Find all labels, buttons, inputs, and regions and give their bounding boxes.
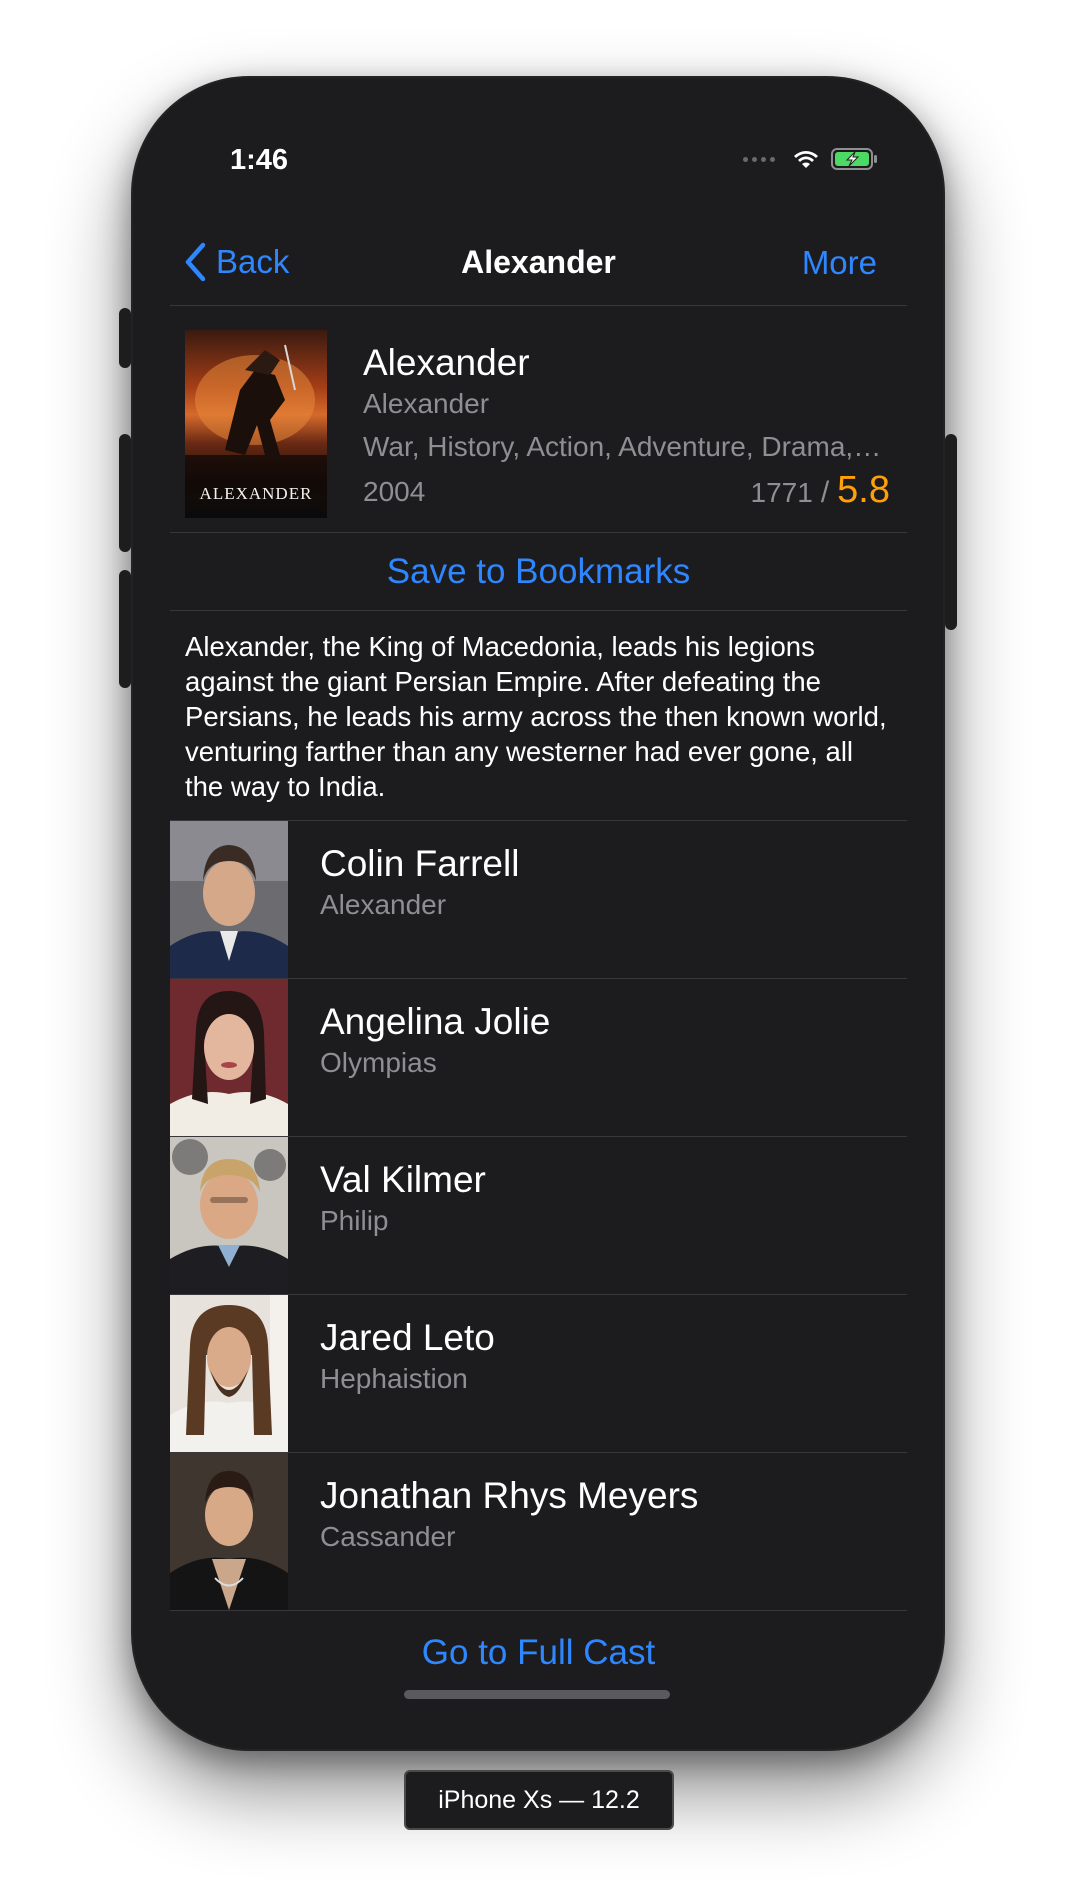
cast-name: Angelina Jolie bbox=[320, 1001, 551, 1042]
movie-year: 2004 bbox=[363, 476, 426, 507]
screen: 1:46 Back Alexander More ALEXANDER Alexa… bbox=[133, 78, 943, 1749]
save-to-bookmarks-button[interactable]: Save to Bookmarks bbox=[387, 552, 690, 592]
poster-title: ALEXANDER bbox=[199, 484, 313, 503]
cast-role: Alexander bbox=[320, 889, 447, 920]
full-cast-row: Go to Full Cast bbox=[170, 1611, 907, 1671]
movie-original-title: Alexander bbox=[363, 388, 490, 419]
more-button[interactable]: More bbox=[802, 244, 877, 282]
power-button bbox=[945, 434, 957, 630]
simulator-device-label: iPhone Xs — 12.2 bbox=[404, 1770, 674, 1830]
device-frame: 1:46 Back Alexander More ALEXANDER Alexa… bbox=[119, 76, 957, 1751]
signal-dots-icon bbox=[743, 156, 775, 162]
content: ALEXANDER Alexander Alexander War, Histo… bbox=[170, 306, 907, 1671]
cast-photo bbox=[170, 821, 288, 978]
cast-role: Hephaistion bbox=[320, 1363, 468, 1394]
cast-photo bbox=[170, 1453, 288, 1610]
navigation-bar: Back Alexander More bbox=[170, 218, 907, 306]
vote-count: 1771 bbox=[750, 477, 813, 508]
cast-role: Olympias bbox=[320, 1047, 437, 1078]
rating-separator: / bbox=[820, 476, 830, 509]
cast-row[interactable]: Val Kilmer Philip bbox=[170, 1137, 907, 1295]
wifi-icon bbox=[794, 151, 818, 168]
movie-header: ALEXANDER Alexander Alexander War, Histo… bbox=[170, 306, 907, 533]
cast-photo bbox=[170, 979, 288, 1136]
cast-row[interactable]: Jonathan Rhys Meyers Cassander bbox=[170, 1453, 907, 1611]
home-indicator[interactable] bbox=[404, 1690, 670, 1699]
cast-name: Jared Leto bbox=[320, 1317, 495, 1358]
nav-title: Alexander bbox=[461, 244, 616, 280]
rating-value: 5.8 bbox=[837, 469, 890, 511]
status-icons bbox=[743, 148, 879, 170]
cast-name: Jonathan Rhys Meyers bbox=[320, 1475, 699, 1516]
cast-photo bbox=[170, 1295, 288, 1452]
cast-role: Cassander bbox=[320, 1521, 456, 1552]
movie-title: Alexander bbox=[363, 342, 530, 383]
cast-row[interactable]: Colin Farrell Alexander bbox=[170, 821, 907, 979]
movie-genres: War, History, Action, Adventure, Drama, … bbox=[363, 431, 883, 462]
cast-row[interactable]: Angelina Jolie Olympias bbox=[170, 979, 907, 1137]
go-to-full-cast-button[interactable]: Go to Full Cast bbox=[170, 1633, 907, 1671]
volume-up-button bbox=[119, 434, 131, 552]
volume-down-button bbox=[119, 570, 131, 688]
battery-charging-icon bbox=[831, 148, 877, 170]
silent-switch bbox=[119, 308, 131, 368]
bookmark-row: Save to Bookmarks bbox=[170, 533, 907, 611]
cast-name: Colin Farrell bbox=[320, 843, 520, 884]
status-time: 1:46 bbox=[230, 144, 289, 176]
cast-name: Val Kilmer bbox=[320, 1159, 486, 1200]
cast-role: Philip bbox=[320, 1205, 389, 1236]
cast-row[interactable]: Jared Leto Hephaistion bbox=[170, 1295, 907, 1453]
movie-overview: Alexander, the King of Macedonia, leads … bbox=[170, 611, 907, 821]
movie-poster: ALEXANDER bbox=[185, 330, 327, 518]
movie-rating: 1771 / 5.8 bbox=[751, 469, 890, 512]
cast-photo bbox=[170, 1137, 288, 1294]
